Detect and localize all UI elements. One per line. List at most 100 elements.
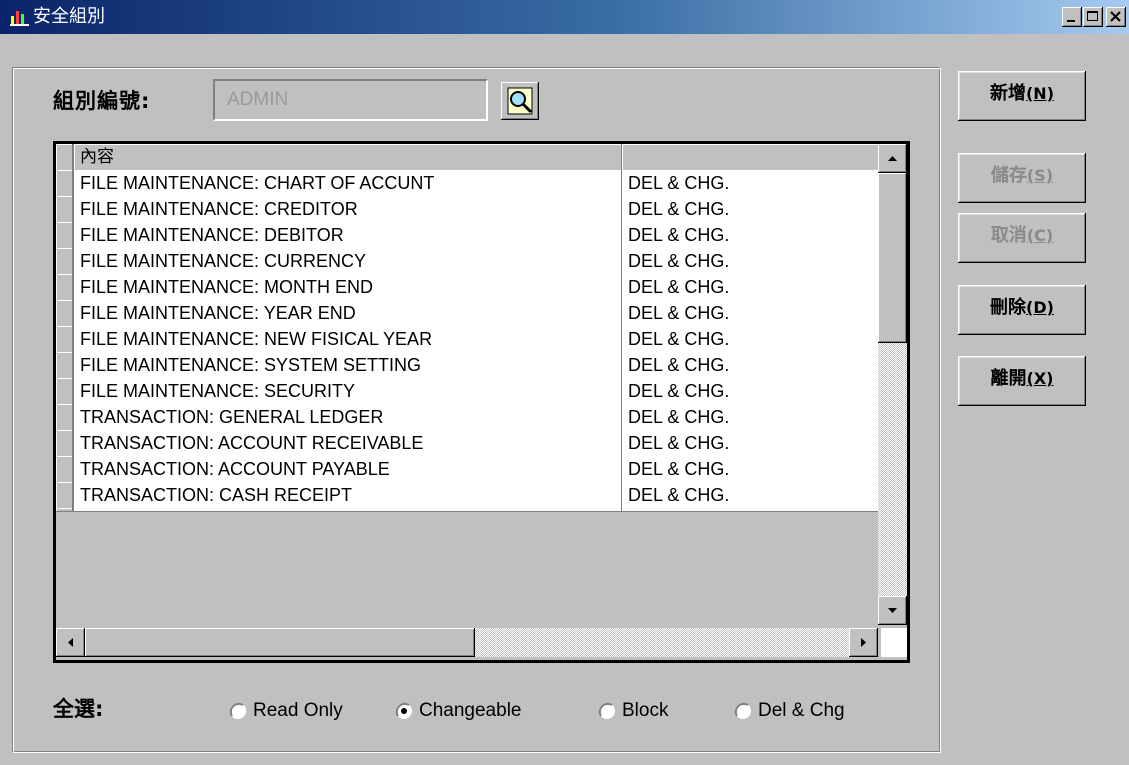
column-header-access[interactable]	[622, 144, 884, 170]
arrow-up-icon	[888, 156, 897, 161]
cell-access[interactable]: DEL & CHG.	[622, 274, 884, 300]
row-selector[interactable]	[56, 274, 74, 300]
cell-access[interactable]: DEL & CHG.	[622, 456, 884, 482]
table-row[interactable]: TRANSACTION: GENERAL LEDGER DEL & CHG.	[56, 404, 884, 430]
window-title: 安全組別	[33, 6, 105, 27]
group-number-field[interactable]: ADMIN	[213, 79, 488, 121]
cell-content[interactable]: TRANSACTION: ACCOUNT PAYABLE	[74, 456, 622, 482]
save-button[interactable]: 儲存(S)	[958, 153, 1086, 203]
horizontal-scroll-thumb[interactable]	[85, 628, 475, 657]
maximize-button[interactable]	[1083, 7, 1103, 27]
table-row[interactable]: TRANSACTION: CASH RECEIPT DEL & CHG.	[56, 482, 884, 508]
close-icon	[1110, 11, 1121, 22]
row-selector[interactable]	[56, 378, 74, 404]
cell-access[interactable]: DEL & CHG.	[622, 352, 884, 378]
row-selector[interactable]	[56, 482, 74, 508]
row-selector[interactable]	[56, 404, 74, 430]
search-button[interactable]	[501, 82, 539, 120]
title-bar[interactable]: 安全組別	[0, 0, 1129, 34]
save-button-accel: (S)	[1026, 166, 1054, 185]
exit-button[interactable]: 離開(X)	[958, 356, 1086, 406]
row-selector	[56, 144, 74, 170]
cell-access[interactable]	[622, 508, 878, 511]
table-row[interactable]: FILE MAINTENANCE: YEAR END DEL & CHG.	[56, 300, 884, 326]
cell-access[interactable]: DEL & CHG.	[622, 196, 884, 222]
table-row[interactable]: TRANSACTION: ACCOUNT RECEIVABLE DEL & CHG…	[56, 430, 884, 456]
radio-label: Changeable	[419, 700, 522, 721]
table-row[interactable]: FILE MAINTENANCE: DEBITOR DEL & CHG.	[56, 222, 884, 248]
table-row-partial[interactable]	[56, 508, 878, 512]
cell-content[interactable]	[74, 508, 622, 511]
cell-content[interactable]: FILE MAINTENANCE: YEAR END	[74, 300, 622, 326]
vertical-scroll-thumb[interactable]	[878, 173, 907, 343]
row-selector[interactable]	[56, 170, 74, 196]
cell-access[interactable]: DEL & CHG.	[622, 170, 884, 196]
arrow-right-icon	[861, 638, 866, 647]
cell-content[interactable]: FILE MAINTENANCE: CHART OF ACCUNT	[74, 170, 622, 196]
table-row[interactable]: FILE MAINTENANCE: NEW FISICAL YEAR DEL & …	[56, 326, 884, 352]
cell-content[interactable]: TRANSACTION: CASH RECEIPT	[74, 482, 622, 508]
cell-access[interactable]: DEL & CHG.	[622, 482, 884, 508]
cell-access[interactable]: DEL & CHG.	[622, 222, 884, 248]
minimize-icon	[1067, 20, 1075, 22]
row-selector[interactable]	[56, 248, 74, 274]
table-row[interactable]: FILE MAINTENANCE: CREDITOR DEL & CHG.	[56, 196, 884, 222]
minimize-button[interactable]	[1062, 7, 1082, 27]
cell-content[interactable]: FILE MAINTENANCE: CURRENCY	[74, 248, 622, 274]
cell-content[interactable]: FILE MAINTENANCE: SECURITY	[74, 378, 622, 404]
new-button[interactable]: 新增(N)	[958, 71, 1086, 121]
magnifier-icon	[507, 87, 533, 115]
vertical-scrollbar[interactable]	[878, 144, 907, 625]
cancel-button-label: 取消	[990, 225, 1027, 246]
row-selector[interactable]	[56, 222, 74, 248]
permission-grid: 內容 FILE MAINTENANCE: CHART OF ACCUNT DEL …	[53, 141, 910, 663]
chart-app-icon	[10, 11, 29, 26]
row-selector[interactable]	[56, 196, 74, 222]
radio-icon	[598, 702, 615, 719]
cell-content[interactable]: FILE MAINTENANCE: CREDITOR	[74, 196, 622, 222]
security-group-window: 安全組別 組別編號: ADMIN 內容 FILE MAINTENANCE: CH…	[0, 0, 1129, 765]
table-row[interactable]: FILE MAINTENANCE: CHART OF ACCUNT DEL & C…	[56, 170, 884, 196]
cell-access[interactable]: DEL & CHG.	[622, 326, 884, 352]
cell-content[interactable]: FILE MAINTENANCE: NEW FISICAL YEAR	[74, 326, 622, 352]
cell-content[interactable]: TRANSACTION: ACCOUNT RECEIVABLE	[74, 430, 622, 456]
close-button[interactable]	[1106, 7, 1126, 27]
scrollbar-corner	[881, 628, 907, 657]
cell-content[interactable]: FILE MAINTENANCE: DEBITOR	[74, 222, 622, 248]
column-header-content[interactable]: 內容	[74, 144, 622, 170]
row-selector[interactable]	[56, 456, 74, 482]
table-row[interactable]: FILE MAINTENANCE: SYSTEM SETTING DEL & CH…	[56, 352, 884, 378]
cell-access[interactable]: DEL & CHG.	[622, 248, 884, 274]
arrow-down-icon	[888, 608, 897, 613]
cancel-button[interactable]: 取消(C)	[958, 213, 1086, 263]
save-button-label: 儲存	[990, 165, 1027, 186]
delete-button[interactable]: 刪除(D)	[958, 285, 1086, 335]
table-row[interactable]: FILE MAINTENANCE: SECURITY DEL & CHG.	[56, 378, 884, 404]
cell-access[interactable]: DEL & CHG.	[622, 300, 884, 326]
cell-access[interactable]: DEL & CHG.	[622, 404, 884, 430]
row-selector[interactable]	[56, 352, 74, 378]
row-selector[interactable]	[56, 300, 74, 326]
scroll-down-button[interactable]	[878, 596, 907, 625]
scroll-up-button[interactable]	[878, 144, 907, 173]
scroll-right-button[interactable]	[849, 628, 878, 657]
cell-access[interactable]: DEL & CHG.	[622, 378, 884, 404]
exit-button-label: 離開	[990, 368, 1027, 389]
row-selector[interactable]	[56, 508, 74, 511]
horizontal-scrollbar[interactable]	[56, 628, 878, 657]
table-row[interactable]: TRANSACTION: ACCOUNT PAYABLE DEL & CHG.	[56, 456, 884, 482]
cell-content[interactable]: TRANSACTION: GENERAL LEDGER	[74, 404, 622, 430]
cell-access[interactable]: DEL & CHG.	[622, 430, 884, 456]
row-selector[interactable]	[56, 326, 74, 352]
select-all-label: 全選:	[53, 697, 104, 721]
delete-button-label: 刪除	[990, 297, 1027, 318]
cell-content[interactable]: FILE MAINTENANCE: SYSTEM SETTING	[74, 352, 622, 378]
maximize-icon	[1087, 11, 1098, 21]
group-number-label: 組別編號:	[53, 89, 151, 113]
row-selector[interactable]	[56, 430, 74, 456]
table-row[interactable]: FILE MAINTENANCE: CURRENCY DEL & CHG.	[56, 248, 884, 274]
scroll-left-button[interactable]	[56, 628, 85, 657]
radio-label: Block	[622, 700, 669, 721]
table-row[interactable]: FILE MAINTENANCE: MONTH END DEL & CHG.	[56, 274, 884, 300]
cell-content[interactable]: FILE MAINTENANCE: MONTH END	[74, 274, 622, 300]
